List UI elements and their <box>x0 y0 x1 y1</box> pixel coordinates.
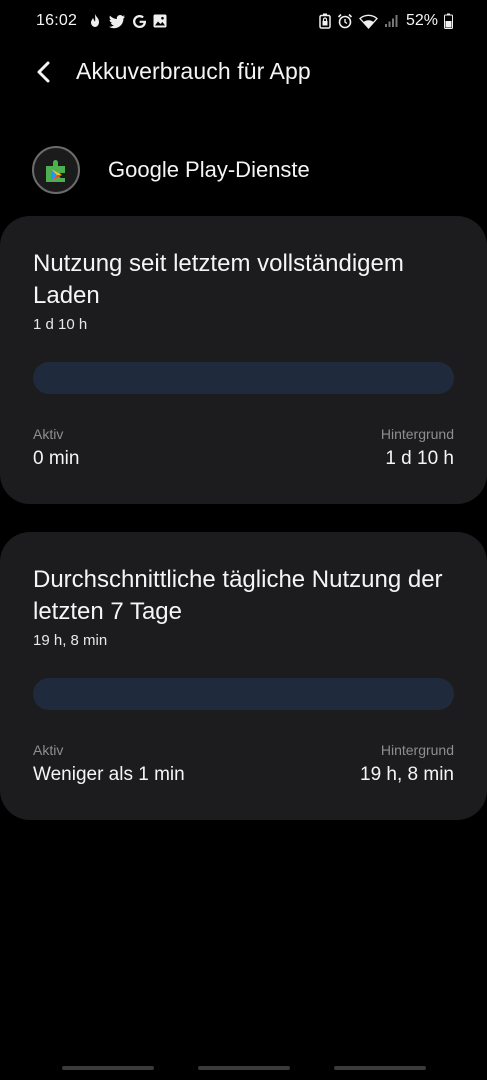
google-play-services-icon <box>32 146 80 194</box>
background-value: 19 h, 8 min <box>360 764 454 785</box>
card-total-time: 1 d 10 h <box>33 316 88 333</box>
back-button[interactable] <box>28 56 60 88</box>
alarm-icon <box>337 13 353 29</box>
card-title: Durchschnittliche tägliche Nutzung der l… <box>33 566 443 625</box>
nav-back-button[interactable] <box>334 1066 426 1070</box>
active-label: Aktiv <box>33 742 64 758</box>
page-title: Akkuverbrauch für App <box>76 58 311 84</box>
screen: 16:02 52% Akkuverbrauch für App Google P… <box>0 0 487 1080</box>
background-value: 1 d 10 h <box>385 448 454 469</box>
status-bar: 16:02 52% <box>0 0 487 42</box>
average-daily-usage-card: Durchschnittliche tägliche Nutzung der l… <box>0 532 487 820</box>
app-name: Google Play-Dienste <box>108 157 310 182</box>
battery-icon <box>444 13 453 29</box>
lock-battery-icon <box>319 13 331 29</box>
nav-recent-button[interactable] <box>62 1066 154 1070</box>
background-label: Hintergrund <box>380 426 454 442</box>
active-label: Aktiv <box>33 426 64 442</box>
usage-since-charge-card: Nutzung seit letztem vollständigem Laden… <box>0 216 487 504</box>
card-title: Nutzung seit letztem vollständigem Laden <box>33 250 404 309</box>
app-header: Akkuverbrauch für App <box>0 48 487 98</box>
card-total-time: 19 h, 8 min <box>33 632 108 649</box>
wifi-icon <box>359 14 378 29</box>
background-label: Hintergrund <box>380 742 454 758</box>
nav-home-button[interactable] <box>198 1066 290 1070</box>
status-bar-left: 16:02 <box>36 12 167 30</box>
status-time: 16:02 <box>36 12 78 29</box>
active-value: 0 min <box>33 448 80 469</box>
battery-percent: 52% <box>405 12 438 29</box>
status-bar-right: 52% <box>319 12 453 30</box>
google-icon <box>132 14 147 29</box>
chevron-left-icon <box>37 61 50 83</box>
app-info-row: Google Play-Dienste <box>32 142 455 198</box>
usage-bar <box>33 678 454 710</box>
fire-icon <box>87 13 103 29</box>
active-value: Weniger als 1 min <box>33 764 185 785</box>
image-icon <box>153 14 167 28</box>
twitter-icon <box>109 14 126 29</box>
navigation-bar <box>0 1066 487 1072</box>
signal-icon <box>384 14 398 28</box>
usage-bar <box>33 362 454 394</box>
